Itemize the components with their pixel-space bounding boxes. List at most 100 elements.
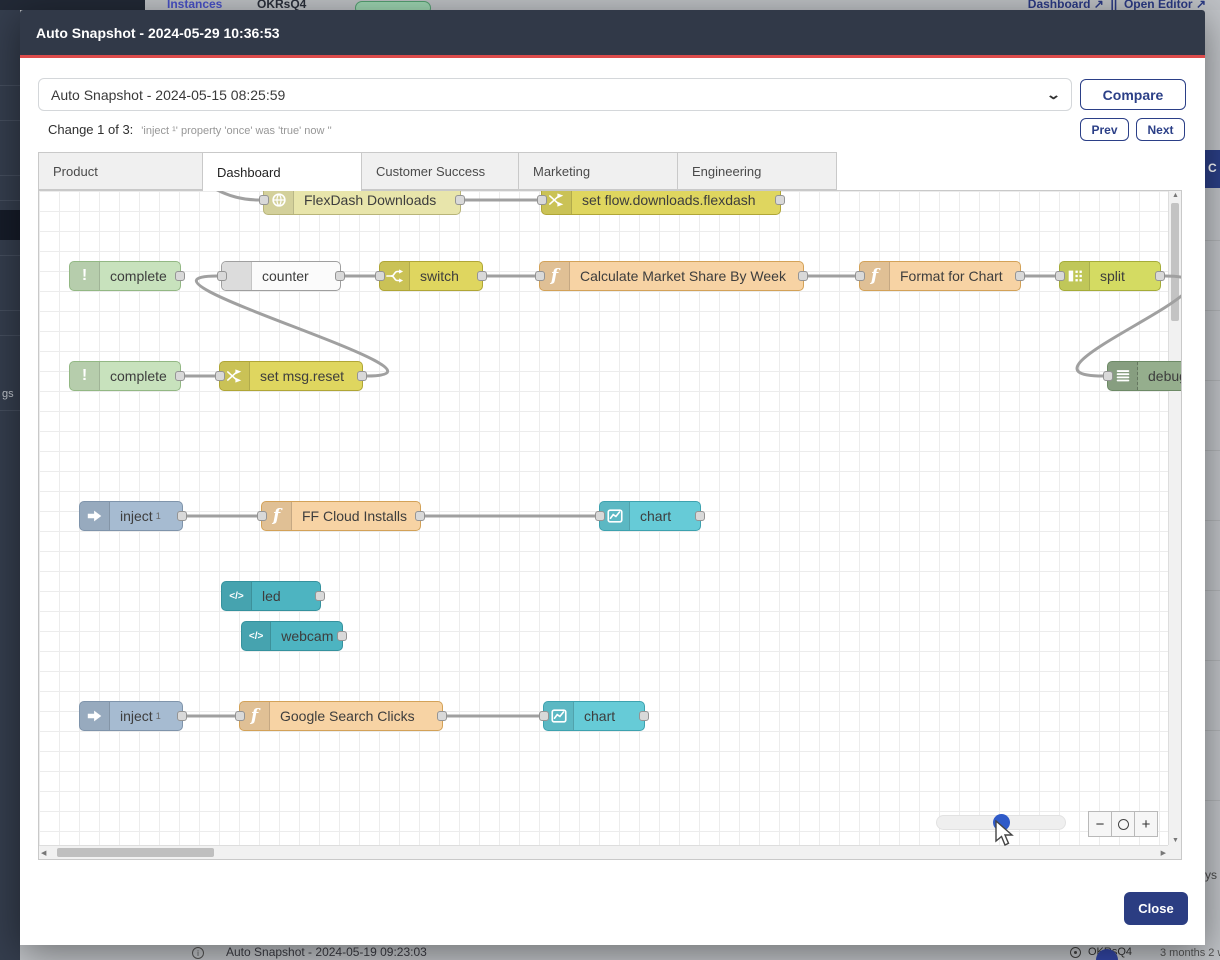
- node-label: inject1: [110, 702, 171, 730]
- output-port[interactable]: [477, 271, 487, 281]
- compare-button[interactable]: Compare: [1080, 79, 1186, 110]
- node-label: switch: [410, 262, 469, 290]
- input-port[interactable]: [215, 371, 225, 381]
- node-label: FlexDash Downloads: [294, 190, 446, 214]
- flow-node-counter[interactable]: counter: [221, 261, 341, 291]
- node-label: chart: [574, 702, 625, 730]
- input-port[interactable]: [259, 195, 269, 205]
- change-summary: Change 1 of 3: 'inject ¹' property 'once'…: [48, 122, 332, 137]
- inject-icon: [80, 502, 110, 530]
- flow-node-chart2[interactable]: chart: [543, 701, 645, 731]
- output-port[interactable]: [415, 511, 425, 521]
- input-port[interactable]: [855, 271, 865, 281]
- input-port[interactable]: [535, 271, 545, 281]
- flow-node-inject2[interactable]: inject1: [79, 701, 183, 731]
- output-port[interactable]: [798, 271, 808, 281]
- node-label: Format for Chart: [890, 262, 1013, 290]
- flow-tabs: ProductDashboard Customer Success Marketin…: [38, 152, 837, 190]
- snapshot-diff-modal: Auto Snapshot - 2024-05-29 10:36:53 Auto…: [20, 10, 1205, 945]
- flow-node-switch[interactable]: switch: [379, 261, 483, 291]
- node-label: led: [252, 582, 291, 610]
- snapshot-dropdown[interactable]: Auto Snapshot - 2024-05-15 08:25:59 ⌄: [38, 78, 1072, 111]
- node-label: Google Search Clicks: [270, 702, 425, 730]
- change-counter-label: Change 1 of 3:: [48, 122, 133, 137]
- output-port[interactable]: [357, 371, 367, 381]
- flow-node-led[interactable]: </>led: [221, 581, 321, 611]
- flow-node-chart1[interactable]: chart: [599, 501, 701, 531]
- flow-node-setmsg[interactable]: set msg.reset: [219, 361, 363, 391]
- background-sidebar-top: [0, 0, 145, 10]
- node-label: Calculate Market Share By Week: [570, 262, 796, 290]
- input-port[interactable]: [595, 511, 605, 521]
- input-port[interactable]: [537, 195, 547, 205]
- output-port[interactable]: [1155, 271, 1165, 281]
- tab-label: Customer Success: [376, 164, 485, 179]
- close-button[interactable]: Close: [1124, 892, 1188, 925]
- tab-label: Engineering: [692, 164, 761, 179]
- output-port[interactable]: [175, 371, 185, 381]
- complete-icon: !: [70, 262, 100, 290]
- flow-node-setflow[interactable]: set flow.downloads.flexdash: [541, 190, 781, 215]
- background-snapshot-item: Auto Snapshot - 2024-05-19 09:23:03: [226, 945, 427, 959]
- background-right-column: C ys: [1205, 10, 1220, 945]
- output-port[interactable]: [775, 195, 785, 205]
- output-port[interactable]: [337, 631, 347, 641]
- background-bottom-bar: i Auto Snapshot - 2024-05-19 09:23:03 OK…: [20, 945, 1220, 960]
- flow-node-flexdash[interactable]: FlexDash Downloads: [263, 190, 461, 215]
- background-compare-button-fragment: C: [1205, 150, 1220, 188]
- output-port[interactable]: [315, 591, 325, 601]
- top-nav-links[interactable]: Dashboard ↗ || Open Editor ↗: [1028, 0, 1206, 10]
- template-icon: </>: [242, 622, 271, 650]
- tab-dashboard[interactable]: Dashboard: [202, 152, 362, 191]
- flow-node-complete1[interactable]: !complete: [69, 261, 181, 291]
- output-port[interactable]: [177, 511, 187, 521]
- node-label: split: [1090, 262, 1135, 290]
- instances-breadcrumb: Instances: [167, 0, 222, 10]
- modal-title: Auto Snapshot - 2024-05-29 10:36:53: [36, 25, 280, 41]
- flow-node-debug[interactable]: debug: [1107, 361, 1182, 391]
- template-icon: </>: [222, 582, 252, 610]
- node-label: complete: [100, 362, 177, 390]
- output-port[interactable]: [175, 271, 185, 281]
- input-port[interactable]: [257, 511, 267, 521]
- dashboard-link: Dashboard ↗: [1028, 0, 1104, 10]
- next-change-button[interactable]: Next: [1136, 118, 1185, 141]
- flow-node-webcam[interactable]: </>webcam: [241, 621, 343, 651]
- target-icon: [1070, 947, 1081, 958]
- output-port[interactable]: [437, 711, 447, 721]
- flow-canvas[interactable]: − + ▲ ▼ ◀ ▶ FlexDash Downloadsset flow.d…: [38, 190, 1182, 860]
- tab-engineering[interactable]: Engineering: [677, 152, 837, 190]
- input-port[interactable]: [375, 271, 385, 281]
- flow-node-ffcloud[interactable]: fFF Cloud Installs: [261, 501, 421, 531]
- tab-product[interactable]: Product: [38, 152, 203, 190]
- flow-node-google[interactable]: fGoogle Search Clicks: [239, 701, 443, 731]
- output-port[interactable]: [1015, 271, 1025, 281]
- background-text-fragment: ys: [1205, 868, 1217, 882]
- open-editor-link: Open Editor ↗: [1124, 0, 1206, 10]
- node-label: set msg.reset: [250, 362, 354, 390]
- flow-node-calc[interactable]: fCalculate Market Share By Week: [539, 261, 804, 291]
- node-label: debug: [1138, 362, 1182, 390]
- input-port[interactable]: [1055, 271, 1065, 281]
- output-port[interactable]: [177, 711, 187, 721]
- input-port[interactable]: [217, 271, 227, 281]
- change-detail-text: 'inject ¹' property 'once' was 'true' no…: [141, 125, 331, 137]
- flow-node-complete2[interactable]: !complete: [69, 361, 181, 391]
- input-port[interactable]: [539, 711, 549, 721]
- tab-marketing[interactable]: Marketing: [518, 152, 678, 190]
- tab-customer-success[interactable]: Customer Success: [361, 152, 519, 190]
- output-port[interactable]: [639, 711, 649, 721]
- output-port[interactable]: [335, 271, 345, 281]
- inject-icon: [80, 702, 110, 730]
- output-port[interactable]: [455, 195, 465, 205]
- output-port[interactable]: [695, 511, 705, 521]
- instance-name: OKRsQ4: [257, 0, 306, 10]
- input-port[interactable]: [1103, 371, 1113, 381]
- input-port[interactable]: [235, 711, 245, 721]
- flow-node-split[interactable]: split: [1059, 261, 1161, 291]
- node-label: chart: [630, 502, 681, 530]
- flow-node-format[interactable]: fFormat for Chart: [859, 261, 1021, 291]
- prev-change-button[interactable]: Prev: [1080, 118, 1129, 141]
- node-label: inject1: [110, 502, 171, 530]
- flow-node-inject1[interactable]: inject1: [79, 501, 183, 531]
